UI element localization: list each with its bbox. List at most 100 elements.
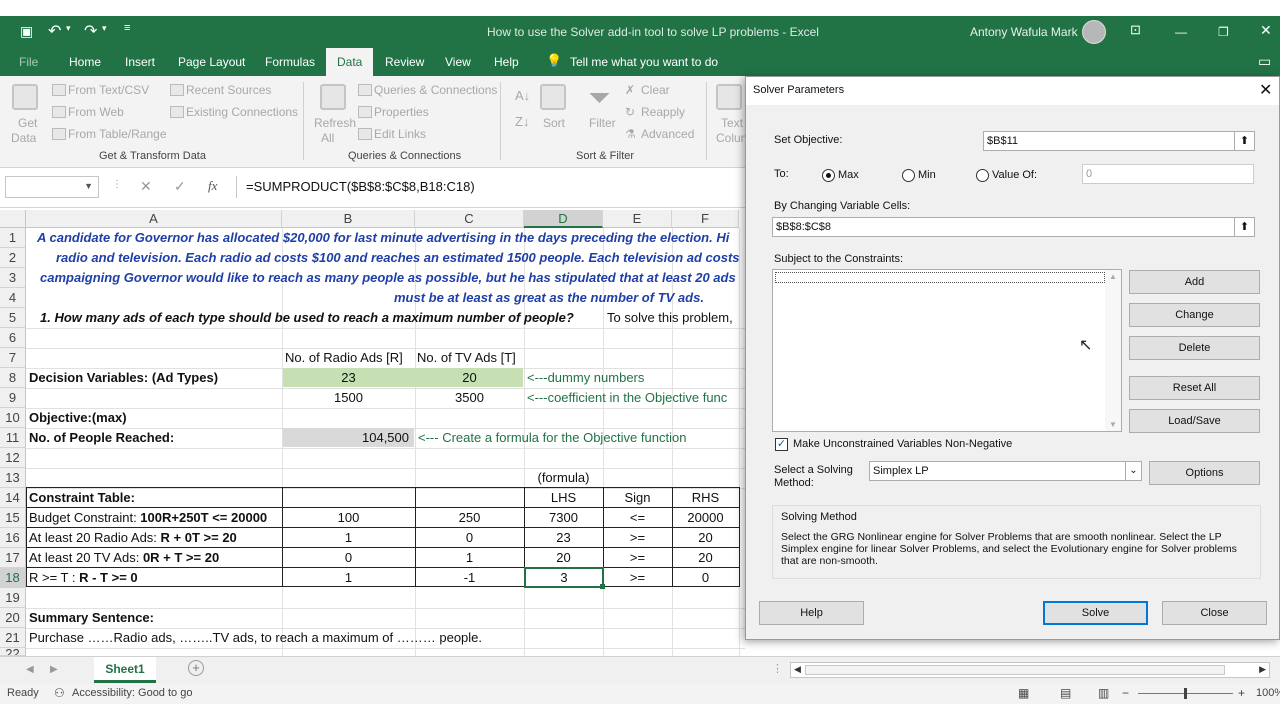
- cell-d17[interactable]: 20: [524, 548, 603, 568]
- cell-d9[interactable]: <---coefficient in the Objective func: [527, 388, 743, 408]
- cell-a18[interactable]: R >= T : R - T >= 0: [29, 568, 138, 588]
- tab-insert[interactable]: Insert: [125, 55, 155, 69]
- column-header-a[interactable]: A: [26, 210, 282, 228]
- column-header-d[interactable]: D: [524, 210, 603, 228]
- scrollbar-thumb[interactable]: [805, 665, 1225, 675]
- cell-a8[interactable]: Decision Variables: (Ad Types): [29, 368, 218, 388]
- cell-e18[interactable]: >=: [603, 568, 672, 588]
- recent-sources-button[interactable]: Recent Sources: [186, 83, 271, 97]
- cell-a5[interactable]: 1. How many ads of each type should be u…: [40, 308, 574, 328]
- close-button[interactable]: Close: [1162, 601, 1267, 625]
- scroll-right-icon[interactable]: ▶: [50, 664, 58, 675]
- row-header[interactable]: 3: [0, 268, 26, 288]
- accessibility-status[interactable]: Accessibility: Good to go: [72, 687, 192, 699]
- solve-button[interactable]: Solve: [1043, 601, 1148, 625]
- queries-connections-button[interactable]: Queries & Connections: [374, 83, 497, 97]
- cell-e15[interactable]: <=: [603, 508, 672, 528]
- tab-page-layout[interactable]: Page Layout: [178, 55, 245, 69]
- delete-button[interactable]: Delete: [1129, 336, 1260, 360]
- row-header[interactable]: 12: [0, 448, 26, 468]
- get-data-button-line2[interactable]: Data: [11, 131, 36, 145]
- cell-d8[interactable]: <---dummy numbers: [527, 368, 644, 388]
- value-of-label[interactable]: Value Of:: [992, 169, 1037, 181]
- cell-b7[interactable]: No. of Radio Ads [R]: [285, 348, 403, 368]
- redo-dropdown-icon[interactable]: ▾: [102, 23, 107, 34]
- redo-icon[interactable]: ↷: [84, 21, 97, 41]
- cell-a14[interactable]: Constraint Table:: [29, 488, 135, 508]
- row-header[interactable]: 5: [0, 308, 26, 328]
- from-web-button[interactable]: From Web: [68, 105, 124, 119]
- value-of-radio[interactable]: [976, 169, 989, 182]
- row-header[interactable]: 15: [0, 508, 26, 528]
- sort-za-icon[interactable]: Z↓: [515, 114, 529, 129]
- existing-connections-button[interactable]: Existing Connections: [186, 105, 298, 119]
- scroll-left-icon[interactable]: ◀: [26, 664, 34, 675]
- scroll-left-arrow-icon[interactable]: ◀: [794, 664, 801, 675]
- formula-input[interactable]: =SUMPRODUCT($B$8:$C$8,B18:C18): [246, 179, 475, 194]
- cell-a1[interactable]: A candidate for Governor has allocated $…: [37, 228, 729, 248]
- add-button[interactable]: Add: [1129, 270, 1260, 294]
- column-header-e[interactable]: E: [603, 210, 672, 228]
- cell-a2[interactable]: radio and television. Each radio ad cost…: [56, 248, 740, 268]
- cell-e16[interactable]: >=: [603, 528, 672, 548]
- row-header[interactable]: 1: [0, 228, 26, 248]
- cell-b8[interactable]: 23: [282, 368, 415, 388]
- cell-c9[interactable]: 3500: [415, 388, 524, 408]
- normal-view-icon[interactable]: ▦: [1018, 686, 1029, 700]
- cell-c11[interactable]: <--- Create a formula for the Objective …: [418, 428, 686, 448]
- customize-toolbar-icon[interactable]: ≡: [124, 22, 130, 34]
- tab-formulas[interactable]: Formulas: [265, 55, 315, 69]
- reset-all-button[interactable]: Reset All: [1129, 376, 1260, 400]
- minimize-icon[interactable]: —: [1175, 25, 1187, 39]
- cell-c18[interactable]: -1: [415, 568, 524, 588]
- insert-function-icon[interactable]: fx: [208, 178, 217, 194]
- name-box-dropdown-icon[interactable]: ▼: [84, 181, 93, 191]
- cancel-formula-icon[interactable]: ✕: [140, 178, 152, 195]
- page-layout-view-icon[interactable]: ▤: [1060, 686, 1071, 700]
- page-break-view-icon[interactable]: ▥: [1098, 686, 1109, 700]
- add-sheet-icon[interactable]: +: [188, 660, 204, 676]
- worksheet-grid[interactable]: A B C D E F 1 2 3 4 5 6 7 8 9 10 11 12 1…: [0, 210, 745, 656]
- cell-a15[interactable]: Budget Constraint: 100R+250T <= 20000: [29, 508, 267, 528]
- value-of-input[interactable]: 0: [1082, 164, 1254, 184]
- range-selector-icon[interactable]: ⬆: [1234, 218, 1254, 236]
- cell-e17[interactable]: >=: [603, 548, 672, 568]
- load-save-button[interactable]: Load/Save: [1129, 409, 1260, 433]
- sort-button[interactable]: Sort: [543, 116, 565, 130]
- select-all-corner[interactable]: [0, 210, 26, 228]
- column-header-c[interactable]: C: [415, 210, 524, 228]
- cell-b18[interactable]: 1: [282, 568, 415, 588]
- tab-data[interactable]: Data: [326, 48, 374, 76]
- undo-icon[interactable]: ↶: [48, 21, 61, 41]
- sheet-tab-sheet1[interactable]: Sheet1: [94, 657, 156, 683]
- autosave-icon[interactable]: ▣: [20, 23, 33, 40]
- clear-button[interactable]: Clear: [641, 83, 670, 97]
- row-header[interactable]: 7: [0, 348, 26, 368]
- cell-c17[interactable]: 1: [415, 548, 524, 568]
- scroll-up-icon[interactable]: ▲: [1109, 272, 1117, 281]
- zoom-level[interactable]: 100%: [1256, 687, 1280, 699]
- cell-a20[interactable]: Summary Sentence:: [29, 608, 154, 628]
- filter-button[interactable]: Filter: [589, 116, 616, 130]
- change-button[interactable]: Change: [1129, 303, 1260, 327]
- min-label[interactable]: Min: [918, 169, 936, 181]
- comments-icon[interactable]: ▭: [1258, 53, 1271, 70]
- scroll-down-icon[interactable]: ▼: [1109, 420, 1117, 429]
- avatar[interactable]: [1082, 20, 1106, 44]
- cell-c7[interactable]: No. of TV Ads [T]: [417, 348, 516, 368]
- tab-help[interactable]: Help: [494, 55, 519, 69]
- constraints-scrollbar[interactable]: ▲ ▼: [1105, 270, 1121, 431]
- enter-formula-icon[interactable]: ✓: [174, 178, 186, 195]
- row-header[interactable]: 4: [0, 288, 26, 308]
- row-header[interactable]: 13: [0, 468, 26, 488]
- row-header[interactable]: 14: [0, 488, 26, 508]
- zoom-in-icon[interactable]: +: [1238, 686, 1245, 700]
- max-label[interactable]: Max: [838, 169, 859, 181]
- restore-icon[interactable]: ❐: [1218, 25, 1229, 39]
- help-button[interactable]: Help: [759, 601, 864, 625]
- scroll-right-arrow-icon[interactable]: ▶: [1259, 664, 1266, 675]
- max-radio[interactable]: [822, 169, 835, 182]
- cell-c15[interactable]: 250: [415, 508, 524, 528]
- cell-b17[interactable]: 0: [282, 548, 415, 568]
- row-header[interactable]: 10: [0, 408, 26, 428]
